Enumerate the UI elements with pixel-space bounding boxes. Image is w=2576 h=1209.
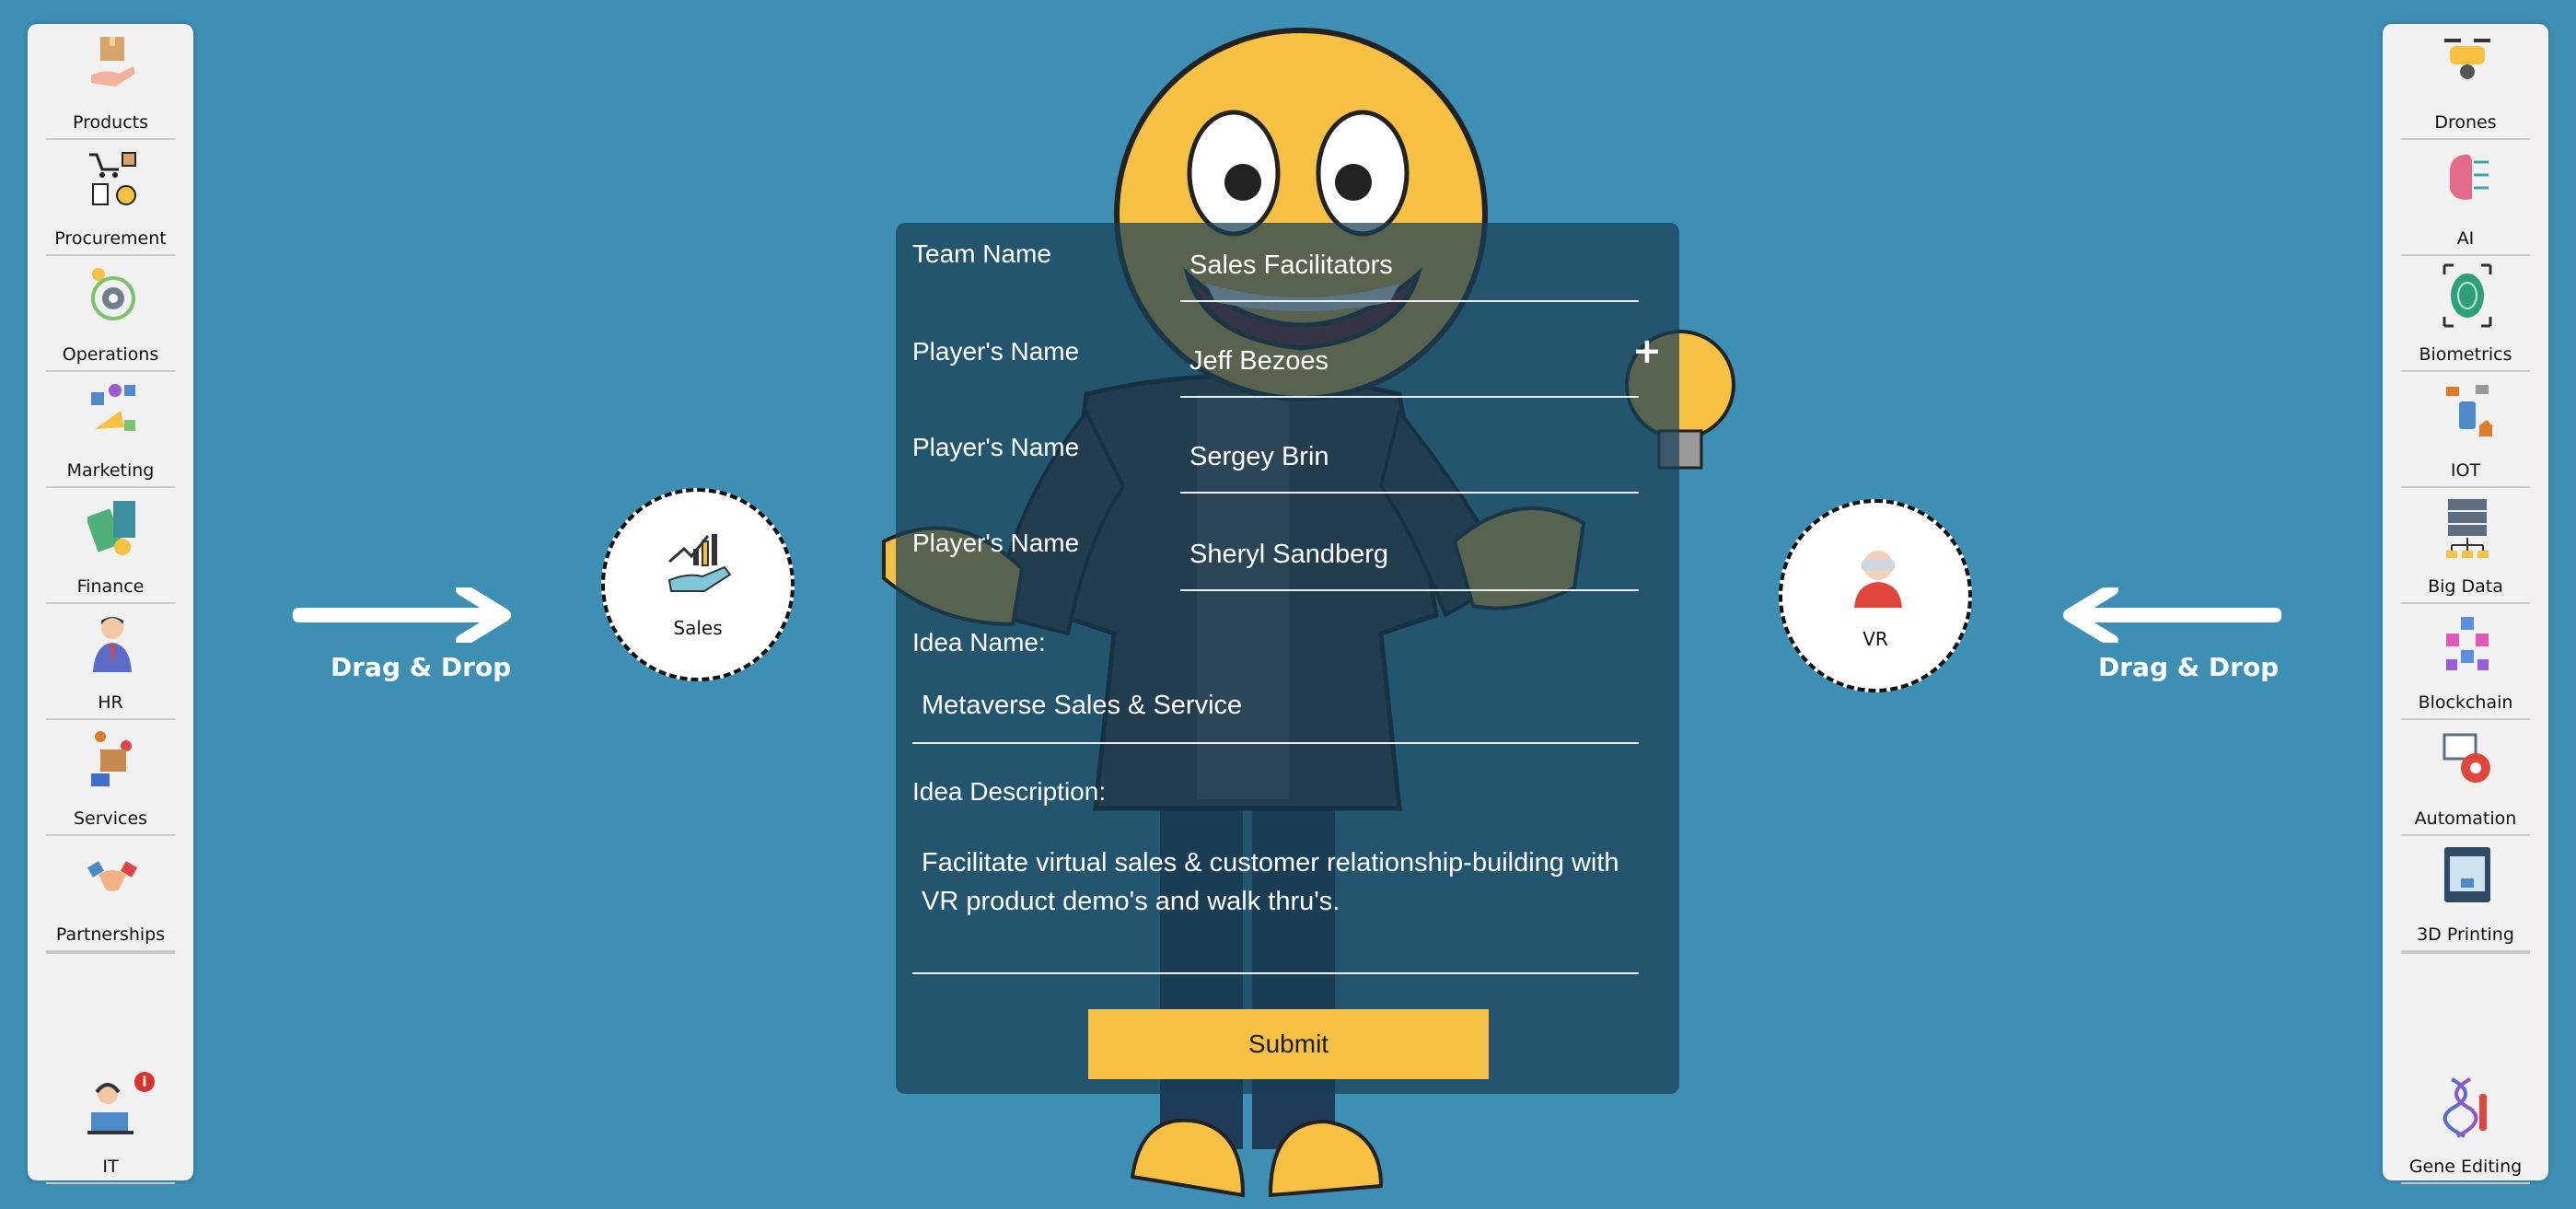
vr-headset-person-icon [1854, 551, 1902, 608]
automation-gear-icon [2443, 733, 2490, 783]
drop-zone-vr[interactable]: VR [1779, 499, 1972, 692]
finance-money-icon [87, 501, 135, 555]
sidebar-item-partnerships[interactable]: Partnerships [46, 836, 175, 952]
idea-name-label: Idea Name: [912, 628, 1046, 657]
sidebar-item-it[interactable]: i IT [46, 1068, 175, 1184]
services-box-icon [91, 731, 132, 786]
hr-person-icon [93, 617, 132, 672]
sidebar-item-label: AI [2456, 228, 2475, 249]
operations-gear-icon [91, 268, 135, 320]
it-support-icon [87, 1083, 133, 1134]
sidebar-item-blockchain[interactable]: Blockchain [2401, 604, 2530, 720]
drag-drop-label-right: Drag & Drop [2098, 652, 2280, 682]
drag-drop-label-left: Drag & Drop [331, 652, 512, 682]
procurement-cart-icon [89, 152, 136, 205]
player-name-label: Player's Name [912, 433, 1080, 461]
team-name-label: Team Name [912, 239, 1051, 268]
drop-zone-label: Sales [673, 617, 723, 639]
sidebar-item-drones[interactable]: Drones [2401, 24, 2530, 140]
sidebar-item-marketing[interactable]: Marketing [46, 372, 175, 488]
drop-zone-label: VR [1862, 628, 1888, 650]
sidebar-item-services[interactable]: Services [46, 720, 175, 836]
player-name-input-2[interactable]: Sergey Brin [1180, 442, 1639, 494]
sidebar-item-operations[interactable]: Operations [46, 256, 175, 372]
player-name-input-3[interactable]: Sheryl Sandberg [1180, 540, 1639, 591]
add-player-plus-icon[interactable]: + [1632, 333, 1662, 368]
sidebar-item-label: Partnerships [55, 924, 166, 945]
sidebar-item-automation[interactable]: Automation [2401, 720, 2530, 836]
sidebar-item-gene-editing[interactable]: Gene Editing [2401, 1068, 2530, 1184]
player-name-label: Player's Name [912, 337, 1080, 366]
sidebar-item-label: Automation [2414, 808, 2517, 829]
drop-zone-sales[interactable]: Sales [601, 488, 795, 681]
sidebar-item-label: HR [98, 692, 123, 713]
products-box-hand-icon [91, 37, 135, 87]
submit-button[interactable]: Submit [1088, 1009, 1489, 1079]
sidebar-item-label: IOT [2450, 460, 2481, 481]
fingerprint-icon [2443, 263, 2492, 328]
sidebar-item-biometrics[interactable]: Biometrics [2401, 256, 2530, 372]
sidebar-item-iot[interactable]: IOT [2401, 372, 2530, 488]
sidebar-item-label: Drones [2434, 112, 2497, 133]
sidebar-item-label: Procurement [54, 228, 167, 249]
sidebar-item-label: Blockchain [2418, 692, 2513, 713]
sidebar-item-procurement[interactable]: Procurement [46, 140, 175, 256]
idea-form: Team Name Sales Facilitators Player's Na… [896, 223, 1679, 1094]
sidebar-item-big-data[interactable]: Big Data [2401, 488, 2530, 604]
dna-icon [2443, 1077, 2487, 1138]
sidebar-item-finance[interactable]: Finance [46, 488, 175, 604]
sidebar-item-label: IT [102, 1157, 119, 1177]
right-sidebar: Drones AI Biometrics IOT Big Data Blockc… [2383, 24, 2548, 1184]
sidebar-item-products[interactable]: Products [46, 24, 175, 140]
iot-devices-icon [2446, 385, 2492, 436]
sidebar-item-label: Products [72, 112, 149, 133]
sidebar-item-label: Big Data [2428, 576, 2503, 597]
sidebar-item-ai[interactable]: AI [2401, 140, 2530, 256]
sales-chart-hand-icon [667, 534, 732, 592]
player-name-input-1[interactable]: Jeff Bezoes [1180, 346, 1639, 398]
idea-description-textarea[interactable]: Facilitate virtual sales & customer rela… [912, 834, 1639, 974]
partnerships-handshake-icon [87, 861, 137, 891]
left-arrow-icon [2063, 587, 2281, 643]
sidebar-item-label: Marketing [66, 460, 155, 481]
idea-name-input[interactable]: Metaverse Sales & Service [912, 691, 1639, 744]
sidebar-item-label: Operations [62, 344, 159, 365]
sidebar-item-label: Gene Editing [2408, 1157, 2523, 1177]
right-arrow-icon [293, 587, 511, 643]
left-sidebar: Products Procurement Operations Marketin… [28, 24, 193, 1184]
marketing-megaphone-icon [91, 384, 135, 431]
sidebar-item-label: Services [73, 808, 148, 829]
sidebar-item-label: Biometrics [2419, 344, 2512, 365]
sidebar-item-3d-printing[interactable]: 3D Printing [2401, 836, 2530, 952]
drone-icon [2444, 39, 2490, 79]
ai-brain-icon [2449, 154, 2489, 200]
notification-badge: i [134, 1072, 155, 1092]
sidebar-item-hr[interactable]: HR [46, 604, 175, 720]
big-data-server-icon [2446, 499, 2489, 558]
sidebar-item-label: Finance [76, 576, 145, 597]
3d-printer-icon [2444, 847, 2490, 902]
sidebar-item-label: 3D Printing [2417, 924, 2514, 945]
blockchain-cubes-icon [2446, 617, 2489, 670]
idea-description-label: Idea Description: [912, 777, 1107, 806]
player-name-label: Player's Name [912, 529, 1080, 557]
team-name-input[interactable]: Sales Facilitators [1180, 250, 1639, 302]
